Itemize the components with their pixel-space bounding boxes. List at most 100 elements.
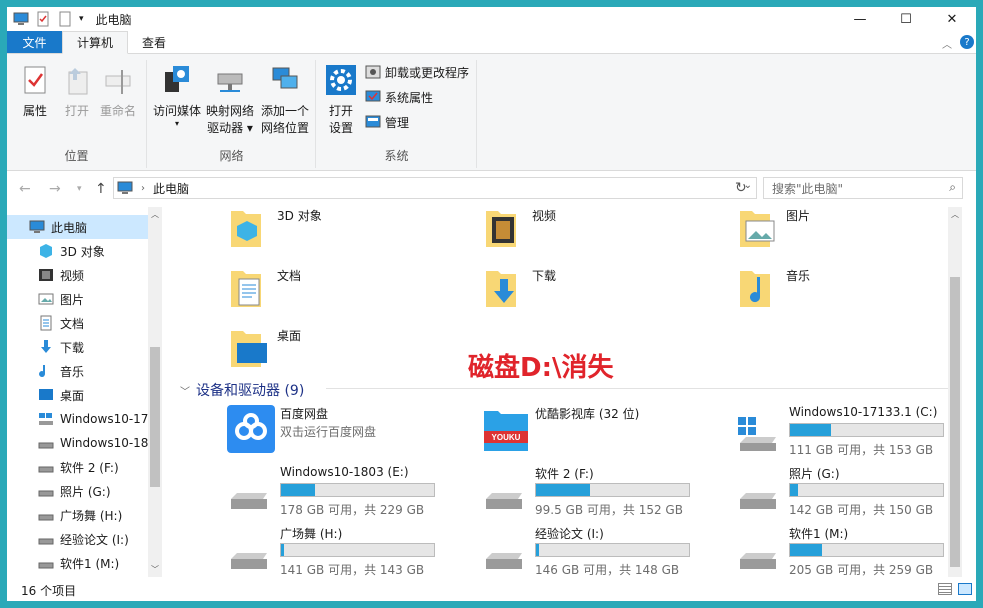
sidebar-item-pictures[interactable]: 图片 (7, 287, 84, 311)
sidebar-item-drive-m[interactable]: 软件1 (M:) (7, 551, 119, 575)
back-button[interactable]: ← (19, 181, 31, 197)
drive-usage-fill (790, 424, 832, 436)
folder-document-icon (231, 271, 261, 307)
open-settings-button[interactable]: 打开 设置 (323, 64, 359, 137)
scroll-thumb[interactable] (150, 347, 160, 487)
access-media-button[interactable]: 访问媒体 ▾ (152, 64, 202, 128)
minimize-button[interactable]: — (837, 7, 883, 31)
folder-3d-objects[interactable]: 3D 对象 (227, 207, 322, 261)
sidebar-scrollbar[interactable]: ︿ ﹀ (148, 207, 162, 577)
sidebar-item-drive-h[interactable]: 广场舞 (H:) (7, 503, 122, 527)
folder-3d-icon (231, 211, 261, 247)
chevron-down-icon[interactable]: ﹀ (180, 383, 190, 398)
folder-videos[interactable]: 视频 (482, 207, 556, 261)
help-icon[interactable]: ? (960, 35, 974, 49)
rename-label: 重命名 (99, 104, 136, 118)
uninstall-button[interactable]: 卸载或更改程序 (365, 62, 469, 82)
tab-file[interactable]: 文件 (7, 31, 62, 53)
windows-drive-icon (39, 413, 53, 425)
refresh-button[interactable]: ↻ (735, 180, 747, 196)
sidebar-item-label: 图片 (60, 292, 85, 307)
open-settings-label-2: 设置 (328, 121, 353, 135)
open-settings-label-1: 打开 (328, 104, 353, 118)
open-button[interactable]: 打开 (59, 64, 95, 120)
address-field[interactable]: › 此电脑 ⌄ (113, 177, 757, 199)
sidebar-item-label: 视频 (60, 268, 85, 283)
sidebar-item-label: 下载 (60, 340, 85, 355)
baidu-netdisk-icon (227, 405, 275, 453)
folder-music[interactable]: 音乐 (736, 267, 810, 321)
content-scrollbar[interactable]: ︿ (948, 207, 962, 577)
sidebar-item-drive-f[interactable]: 软件 2 (F:) (7, 455, 119, 479)
sidebar-item-label: 桌面 (60, 388, 85, 403)
sidebar-item-drive-g[interactable]: 照片 (G:) (7, 479, 111, 503)
drive-g[interactable]: 照片 (G:) 142 GB 可用，共 150 GB (736, 465, 962, 519)
sidebar-item-3d-objects[interactable]: 3D 对象 (7, 239, 105, 263)
new-folder-quick-icon[interactable] (57, 11, 73, 27)
sidebar-item-music[interactable]: 音乐 (7, 359, 84, 383)
add-network-location-button[interactable]: 添加一个 网络位置 (258, 64, 312, 137)
sidebar-item-this-pc[interactable]: 此电脑 (7, 215, 148, 239)
sidebar-item-drive-i[interactable]: 经验论文 (I:) (7, 527, 129, 551)
scroll-up-icon[interactable]: ︿ (151, 209, 159, 220)
drive-m[interactable]: 软件1 (M:) 205 GB 可用，共 259 GB (736, 525, 962, 577)
rename-button[interactable]: 重命名 (97, 64, 139, 120)
drive-e[interactable]: Windows10-1803 (E:) 178 GB 可用，共 229 GB (227, 465, 457, 519)
forward-button[interactable]: → (49, 181, 61, 197)
youku-folder-icon: YOUKU (484, 411, 528, 451)
drive-capacity: 142 GB 可用，共 150 GB (789, 503, 934, 517)
drive-c[interactable]: Windows10-17133.1 (C:) 111 GB 可用，共 153 G… (736, 405, 962, 459)
sidebar-item-documents[interactable]: 文档 (7, 311, 84, 335)
manage-icon (365, 115, 381, 128)
dropdown-arrow-icon: ▾ (174, 119, 179, 128)
properties-button[interactable]: 属性 (17, 64, 53, 120)
scroll-thumb[interactable] (950, 277, 960, 567)
device-youku[interactable]: YOUKU 优酷影视库 (32 位) (482, 405, 712, 459)
properties-icon (24, 66, 46, 94)
device-name: 优酷影视库 (32 位) (535, 407, 640, 421)
folder-downloads[interactable]: 下载 (482, 267, 556, 321)
scroll-down-icon[interactable]: ﹀ (151, 564, 159, 575)
up-button[interactable]: ↑ (95, 181, 107, 197)
search-icon[interactable]: ⌕ (949, 180, 956, 195)
network-drive-icon (217, 73, 243, 92)
drive-usage-bar (280, 483, 435, 497)
drive-i[interactable]: 经验论文 (I:) 146 GB 可用，共 148 GB (482, 525, 712, 577)
manage-button[interactable]: 管理 (365, 112, 409, 132)
drive-usage-bar (535, 483, 690, 497)
drive-icon (486, 493, 522, 509)
drive-icon (38, 466, 54, 473)
large-icons-view-icon[interactable] (958, 583, 972, 595)
section-divider (326, 388, 962, 389)
drive-h[interactable]: 广场舞 (H:) 141 GB 可用，共 143 GB (227, 525, 457, 577)
close-button[interactable]: ✕ (929, 7, 975, 31)
tab-computer[interactable]: 计算机 (62, 31, 129, 54)
maximize-button[interactable]: ☐ (883, 7, 929, 31)
quick-access-dropdown-icon[interactable]: ▾ (79, 14, 84, 24)
recent-locations-icon[interactable]: ▾ (77, 184, 82, 194)
sidebar-item-drive-c[interactable]: Windows10-17 (7, 407, 148, 431)
folder-documents[interactable]: 文档 (227, 267, 301, 321)
folder-desktop[interactable]: 桌面 (227, 327, 301, 381)
scroll-up-icon[interactable]: ︿ (951, 209, 959, 220)
device-baidu-netdisk[interactable]: 百度网盘 双击运行百度网盘 (227, 405, 457, 459)
sidebar-item-drive-e[interactable]: Windows10-18 (7, 431, 148, 455)
collapse-ribbon-icon[interactable]: ︿ (942, 36, 952, 51)
tab-view[interactable]: 查看 (128, 31, 180, 53)
sidebar-item-downloads[interactable]: 下载 (7, 335, 84, 359)
devices-section-header[interactable]: ﹀ 设备和驱动器 (9) (180, 380, 304, 400)
breadcrumb[interactable]: 此电脑 (153, 180, 189, 197)
folder-label: 桌面 (277, 329, 302, 343)
details-view-icon[interactable] (938, 583, 952, 595)
drive-f[interactable]: 软件 2 (F:) 99.5 GB 可用，共 152 GB (482, 465, 712, 519)
sidebar-item-videos[interactable]: 视频 (7, 263, 84, 287)
search-input[interactable]: 搜索"此电脑" ⌕ (763, 177, 963, 199)
properties-quick-icon[interactable] (35, 11, 51, 27)
navigation-pane: 此电脑 3D 对象 视频 图片 文档 下载 音乐 桌面 Windows10-17… (7, 207, 162, 577)
map-network-drive-button[interactable]: 映射网络 驱动器 ▾ (204, 64, 256, 137)
computer-icon (117, 181, 133, 194)
system-properties-button[interactable]: 系统属性 (365, 87, 433, 107)
sidebar-item-desktop[interactable]: 桌面 (7, 383, 84, 407)
drive-icon (231, 493, 267, 509)
folder-pictures[interactable]: 图片 (736, 207, 810, 261)
